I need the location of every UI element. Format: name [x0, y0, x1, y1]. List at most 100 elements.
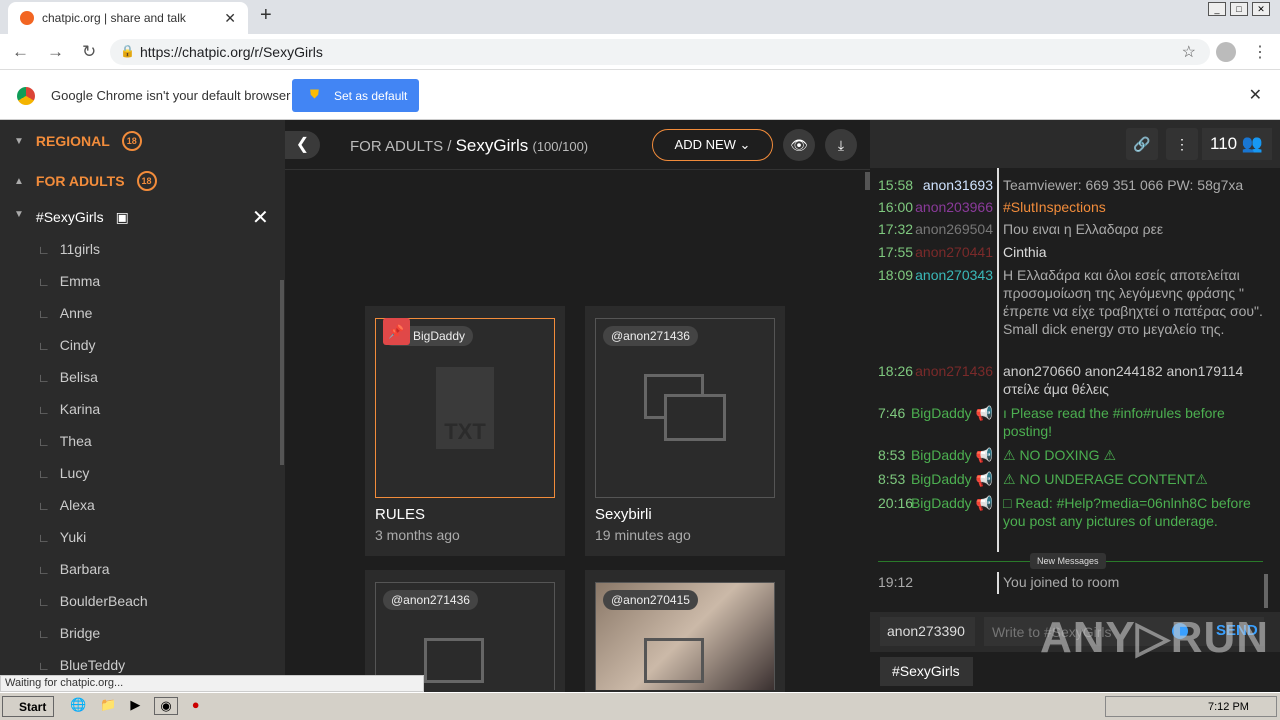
tab-title: chatpic.org | share and talk: [42, 11, 186, 25]
author-tag[interactable]: @anon271436: [383, 590, 478, 610]
message-user[interactable]: BigDaddy 📢: [878, 494, 993, 512]
opera-icon[interactable]: ●: [192, 697, 200, 715]
subroom-label: 11girls: [59, 241, 100, 257]
post-card[interactable]: @anon270415: [585, 570, 785, 692]
forward-icon[interactable]: →: [47, 42, 64, 62]
eye-icon[interactable]: 👁: [783, 129, 815, 161]
txt-file-icon: TXT: [436, 367, 494, 449]
subroom-item[interactable]: ∟ 11girls: [38, 241, 100, 257]
room-sexygirls[interactable]: ▼ #SexyGirls ▣: [14, 209, 129, 226]
chrome-taskbar-icon[interactable]: ◉: [154, 697, 178, 715]
gallery-icon: ▣: [115, 209, 129, 225]
message-user[interactable]: anon270441: [878, 243, 993, 261]
username: anon203966: [915, 199, 993, 215]
branch-icon: ∟: [38, 339, 50, 353]
gallery-icon: [424, 638, 484, 683]
back-icon[interactable]: ←: [12, 42, 29, 62]
message-user[interactable]: BigDaddy 📢: [878, 446, 993, 464]
message-user[interactable]: anon271436: [878, 362, 993, 380]
subroom-item[interactable]: ∟ Bridge: [38, 625, 100, 641]
message-user[interactable]: anon269504: [878, 220, 993, 238]
post-card[interactable]: @anon271436 Sexybirli 19 minutes ago: [585, 306, 785, 556]
folder-icon[interactable]: 📁: [100, 697, 116, 715]
author-tag[interactable]: @anon271436: [603, 326, 698, 346]
close-tab-icon[interactable]: ✕: [224, 10, 236, 27]
subroom-item[interactable]: ∟ Barbara: [38, 561, 110, 577]
ie-icon[interactable]: 🌐: [70, 697, 86, 715]
subroom-label: BlueTeddy: [59, 657, 126, 673]
subroom-item[interactable]: ∟ BlueTeddy: [38, 657, 125, 673]
username: anon270343: [915, 267, 993, 283]
users-count: 110: [1210, 134, 1238, 153]
message-text: Η Ελλαδάρα και όλοι εσείς αποτελείται πρ…: [1003, 267, 1263, 337]
username: BigDaddy: [910, 495, 972, 511]
post-card[interactable]: @anon271436: [365, 570, 565, 692]
users-count-button[interactable]: 110 👥: [1202, 128, 1272, 160]
message-user[interactable]: anon203966: [878, 198, 993, 216]
crumb-parent[interactable]: FOR ADULTS /: [350, 138, 451, 155]
new-tab-button[interactable]: +: [260, 4, 272, 27]
category-for-adults[interactable]: ▲ FOR ADULTS 18: [14, 171, 157, 191]
profile-avatar[interactable]: [1216, 42, 1236, 62]
post-title: Sexybirli: [595, 506, 652, 523]
start-button[interactable]: Start: [2, 696, 54, 717]
chat-scrollbar[interactable]: [1264, 574, 1268, 608]
chrome-menu-icon[interactable]: ⋮: [1252, 42, 1268, 62]
category-regional[interactable]: ▼ REGIONAL 18: [14, 131, 142, 151]
subroom-item[interactable]: ∟ BoulderBeach: [38, 593, 148, 609]
branch-icon: ∟: [38, 531, 50, 545]
browser-tab[interactable]: chatpic.org | share and talk ✕: [8, 2, 248, 34]
username: anon31693: [922, 177, 993, 193]
maximize-button[interactable]: □: [1230, 2, 1248, 16]
link-icon[interactable]: 🔗: [1126, 128, 1158, 160]
message-user[interactable]: anon31693: [878, 176, 993, 194]
subroom-item[interactable]: ∟ Emma: [38, 273, 100, 289]
clock: 7:12 PM: [1208, 701, 1249, 713]
subroom-item[interactable]: ∟ Thea: [38, 433, 92, 449]
window-controls: _ □ ✕: [1208, 2, 1270, 16]
sidebar-scrollbar[interactable]: [280, 280, 284, 465]
branch-icon: ∟: [38, 595, 50, 609]
close-window-button[interactable]: ✕: [1252, 2, 1270, 16]
message-user[interactable]: BigDaddy 📢: [878, 404, 993, 422]
author-tag[interactable]: @anon270415: [603, 590, 698, 610]
collapse-sidebar-button[interactable]: ❮: [285, 131, 320, 159]
message-user[interactable]: BigDaddy 📢: [878, 470, 993, 488]
subroom-item[interactable]: ∟ Belisa: [38, 369, 98, 385]
infobar-message: Google Chrome isn't your default browser: [51, 88, 291, 103]
megaphone-icon: 📢: [975, 495, 993, 511]
branch-icon: ∟: [38, 435, 50, 449]
message-text: ı Please read the #info#rules before pos…: [1003, 405, 1225, 439]
add-new-button[interactable]: ADD NEW ⌄: [652, 129, 773, 161]
reload-icon[interactable]: ↻: [82, 42, 96, 62]
subroom-item[interactable]: ∟ Alexa: [38, 497, 95, 513]
address-bar[interactable]: 🔒 https://chatpic.org/r/SexyGirls ☆: [110, 39, 1210, 65]
message-text: Teamviewer: 669 351 066 PW: 58g7xa: [1003, 177, 1244, 193]
subroom-item[interactable]: ∟ Yuki: [38, 529, 86, 545]
post-card[interactable]: TXT BigDaddy 📌 RULES 3 months ago: [365, 306, 565, 556]
minimize-button[interactable]: _: [1208, 2, 1226, 16]
media-player-icon[interactable]: ▶: [130, 697, 140, 715]
nickname-button[interactable]: anon273390: [880, 617, 975, 646]
more-menu-icon[interactable]: ⋮: [1166, 128, 1198, 160]
caret-down-icon: ▼: [14, 209, 24, 220]
close-infobar-icon[interactable]: ✕: [1249, 85, 1262, 105]
username: anon271436: [915, 363, 993, 379]
subroom-item[interactable]: ∟ Cindy: [38, 337, 96, 353]
default-browser-infobar: Google Chrome isn't your default browser…: [0, 70, 1280, 120]
subroom-item[interactable]: ∟ Anne: [38, 305, 92, 321]
message-text: ⚠ NO DOXING ⚠: [1003, 447, 1116, 463]
close-room-icon[interactable]: ✕: [252, 205, 269, 230]
bookmark-star-icon[interactable]: ☆: [1182, 42, 1196, 62]
category-label: FOR ADULTS: [35, 173, 125, 189]
branch-icon: ∟: [38, 275, 50, 289]
subroom-item[interactable]: ∟ Karina: [38, 401, 100, 417]
subroom-item[interactable]: ∟ Lucy: [38, 465, 89, 481]
channel-tag[interactable]: #SexyGirls: [880, 657, 973, 686]
branch-icon: ∟: [38, 371, 50, 385]
message-user[interactable]: anon270343: [878, 266, 993, 284]
download-icon[interactable]: ⤓: [825, 129, 857, 161]
branch-icon: ∟: [38, 467, 50, 481]
message-text: Που ειναι η Ελλαδαρα ρεε: [1003, 221, 1164, 237]
set-default-button[interactable]: ⛊ Set as default: [292, 79, 419, 112]
